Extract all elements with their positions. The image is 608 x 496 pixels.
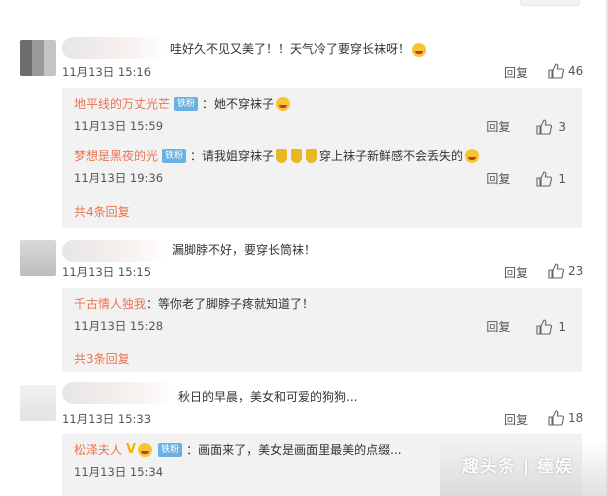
- reply-text: ：等你老了脚脖子疼就知道了！: [146, 297, 315, 311]
- reply-username[interactable]: 地平线的万丈光芒: [74, 95, 170, 112]
- reply-item: 千古情人独我 ：等你老了脚脖子疼就知道了！: [74, 295, 570, 312]
- fan-badge: 铁粉: [174, 96, 199, 111]
- thumbs-up-icon[interactable]: [536, 170, 553, 187]
- thumbs-up-icon: [548, 63, 564, 79]
- reply-text: ：画面来了，美女是画面里最美的点缀...: [186, 443, 402, 457]
- like-count: 1: [558, 319, 566, 334]
- username-blurred: [62, 240, 166, 262]
- avatar[interactable]: [20, 40, 56, 76]
- reply-list: 地平线的万丈光芒 铁粉 ：她不穿袜子 11月13日 15:59 回复 3 梦想是…: [62, 88, 582, 228]
- like-count: 3: [558, 119, 566, 134]
- fan-badge: 铁粉: [158, 442, 183, 457]
- emoji-icon: [465, 148, 480, 163]
- reply-text-cont: 穿上袜子新鲜感不会丢失的: [319, 149, 464, 163]
- thumbs-up-icon[interactable]: [536, 118, 553, 135]
- trophy-emoji-icon: [276, 148, 288, 163]
- username-blurred: [62, 37, 166, 59]
- avatar[interactable]: [20, 385, 56, 421]
- trophy-emoji-icon: [291, 148, 303, 163]
- reply-time: 11月13日 15:34: [74, 465, 164, 479]
- username-blurred: [62, 382, 174, 404]
- reply-button[interactable]: 回复: [486, 318, 510, 335]
- reply-actions: 回复 1: [486, 318, 566, 335]
- comment-time: 11月13日 15:16: [62, 65, 152, 79]
- emoji-icon: [138, 442, 153, 457]
- reply-list: 千古情人独我 ：等你老了脚脖子疼就知道了！ 11月13日 15:28 回复 1 …: [62, 288, 582, 372]
- comment-time: 11月13日 15:33: [62, 412, 152, 426]
- like-button[interactable]: 23: [548, 263, 583, 279]
- thumbs-up-icon[interactable]: [536, 318, 553, 335]
- more-replies-link[interactable]: 共3条回复: [74, 350, 130, 367]
- verified-v-icon: V: [126, 442, 137, 457]
- more-replies-link[interactable]: 共4条回复: [74, 203, 130, 220]
- reply-username[interactable]: 千古情人独我: [74, 295, 146, 312]
- reply-text: ：她不穿袜子: [202, 97, 275, 111]
- top-bar: [0, 0, 608, 20]
- reply-username[interactable]: 松泽夫人: [74, 441, 122, 458]
- emoji-icon: [412, 42, 427, 57]
- reply-button[interactable]: 回复: [486, 118, 510, 135]
- reply-actions: 回复 3: [486, 118, 566, 135]
- fan-badge: 铁粉: [162, 148, 187, 163]
- comment-text: 秋日的早晨，美女和可爱的狗狗...: [178, 390, 358, 404]
- reply-time: 11月13日 15:59: [74, 119, 164, 133]
- trophy-emoji-icon: [306, 148, 318, 163]
- like-button[interactable]: 46: [548, 63, 583, 79]
- like-count: 46: [568, 64, 584, 78]
- comment-text: 哇好久不见又美了！！天气冷了要穿长袜呀！: [170, 40, 428, 57]
- thumbs-up-icon: [548, 263, 564, 279]
- reply-actions: 回复 1: [486, 170, 566, 187]
- avatar[interactable]: [20, 240, 56, 276]
- watermark: 趣头条 | 瘗娱: [462, 457, 574, 477]
- reply-item: 地平线的万丈光芒 铁粉 ：她不穿袜子: [74, 95, 570, 112]
- reply-item: 梦想是黑夜的光 铁粉 ：请我姐穿袜子 穿上袜子新鲜感不会丢失的: [74, 147, 570, 164]
- reply-time: 11月13日 19:36: [74, 171, 164, 185]
- thumbs-up-icon: [548, 410, 564, 426]
- reply-username[interactable]: 梦想是黑夜的光: [74, 147, 158, 164]
- comment-time: 11月13日 15:15: [62, 265, 152, 279]
- reply-button[interactable]: 回复: [504, 264, 528, 281]
- reply-button[interactable]: 回复: [504, 64, 528, 81]
- reply-time: 11月13日 15:28: [74, 319, 164, 333]
- like-button[interactable]: 18: [548, 410, 583, 426]
- reply-button[interactable]: 回复: [504, 411, 528, 428]
- reply-text: ：请我姐穿袜子: [190, 149, 275, 163]
- like-count: 23: [568, 264, 584, 278]
- like-count: 1: [558, 171, 566, 186]
- emoji-icon: [276, 96, 291, 111]
- reply-button[interactable]: 回复: [486, 170, 510, 187]
- like-count: 18: [568, 411, 584, 425]
- comment-text: 漏脚脖不好，要穿长筒袜！: [172, 243, 317, 257]
- top-tab-edge: [520, 0, 580, 6]
